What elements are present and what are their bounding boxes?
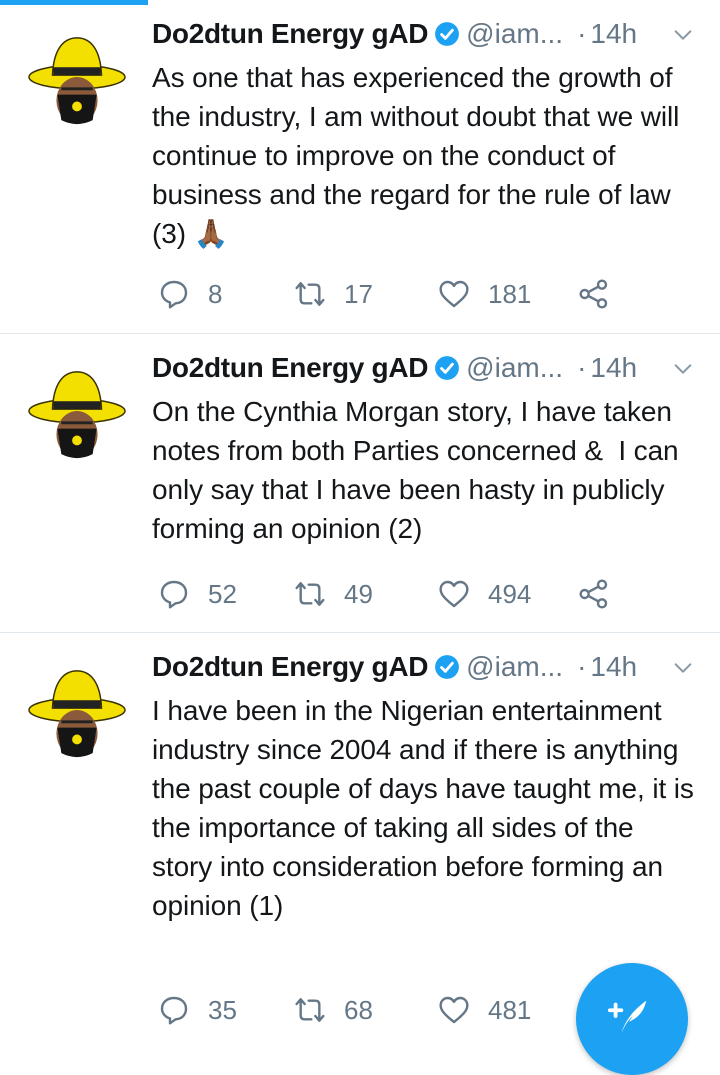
tweet-actions: 52 49 494 <box>152 574 720 614</box>
separator-dot: · <box>577 352 587 383</box>
tweet-actions: 8 17 181 <box>152 274 720 314</box>
tweet-header: Do2dtun Energy gAD @iam... · 14h <box>152 647 702 687</box>
separator-dot: · <box>577 18 587 49</box>
compose-tweet-icon <box>607 1000 647 1034</box>
avatar[interactable] <box>28 364 126 462</box>
share-icon <box>579 279 608 309</box>
tweet-timestamp[interactable]: 14h <box>590 647 637 687</box>
comment-icon <box>160 280 188 309</box>
verified-badge-icon <box>435 356 460 380</box>
like-count: 494 <box>488 578 532 609</box>
tweet[interactable]: Do2dtun Energy gAD @iam... · 14h On the … <box>0 334 720 633</box>
reply-button[interactable]: 8 <box>158 274 222 314</box>
verified-badge-icon <box>435 22 460 46</box>
user-handle[interactable]: @iam... <box>466 348 563 388</box>
tweet-text: As one that has experienced the growth o… <box>152 62 687 249</box>
avatar[interactable] <box>28 30 126 128</box>
tweet-text: On the Cynthia Morgan story, I have take… <box>152 396 687 544</box>
tweet-text: I have been in the Nigerian entertainmen… <box>152 695 702 921</box>
reply-count: 52 <box>208 578 237 609</box>
comment-icon <box>160 996 188 1025</box>
reply-count: 35 <box>208 994 237 1025</box>
tweet-header: Do2dtun Energy gAD @iam... · 14h <box>152 14 702 54</box>
retweet-button[interactable]: 17 <box>294 274 373 314</box>
user-handle[interactable]: @iam... <box>466 647 563 687</box>
like-button[interactable]: 181 <box>438 274 531 314</box>
reply-count: 8 <box>208 278 223 309</box>
like-count: 181 <box>488 278 532 309</box>
tweet-header: Do2dtun Energy gAD @iam... · 14h <box>152 348 702 388</box>
separator-dot: · <box>577 651 587 682</box>
retweet-icon <box>295 998 325 1022</box>
like-button[interactable]: 494 <box>438 574 531 614</box>
share-icon <box>579 579 608 609</box>
share-button[interactable] <box>578 274 610 314</box>
avatar[interactable] <box>28 663 126 761</box>
reply-button[interactable]: 52 <box>158 574 237 614</box>
tweet-timestamp[interactable]: 14h <box>590 348 637 388</box>
chevron-down-icon[interactable] <box>672 24 694 46</box>
user-handle[interactable]: @iam... <box>466 14 563 54</box>
verified-badge-icon <box>435 655 460 679</box>
share-button[interactable] <box>578 574 610 614</box>
retweet-icon <box>295 582 325 606</box>
heart-icon <box>439 280 469 308</box>
retweet-count: 17 <box>344 278 373 309</box>
like-count: 481 <box>488 994 532 1025</box>
heart-icon <box>439 996 469 1024</box>
chevron-down-icon[interactable] <box>672 358 694 380</box>
retweet-button[interactable]: 68 <box>294 990 373 1030</box>
tweet-timestamp[interactable]: 14h <box>590 14 637 54</box>
display-name[interactable]: Do2dtun Energy gAD <box>152 14 428 54</box>
reply-button[interactable]: 35 <box>158 990 237 1030</box>
retweet-count: 49 <box>344 578 373 609</box>
display-name[interactable]: Do2dtun Energy gAD <box>152 647 428 687</box>
comment-icon <box>160 580 188 609</box>
retweet-count: 68 <box>344 994 373 1025</box>
heart-icon <box>439 580 469 608</box>
like-button[interactable]: 481 <box>438 990 531 1030</box>
retweet-icon <box>295 282 325 306</box>
compose-tweet-button[interactable] <box>576 963 688 1075</box>
display-name[interactable]: Do2dtun Energy gAD <box>152 348 428 388</box>
chevron-down-icon[interactable] <box>672 657 694 679</box>
retweet-button[interactable]: 49 <box>294 574 373 614</box>
tweet[interactable]: Do2dtun Energy gAD @iam... · 14h As one … <box>0 0 720 334</box>
